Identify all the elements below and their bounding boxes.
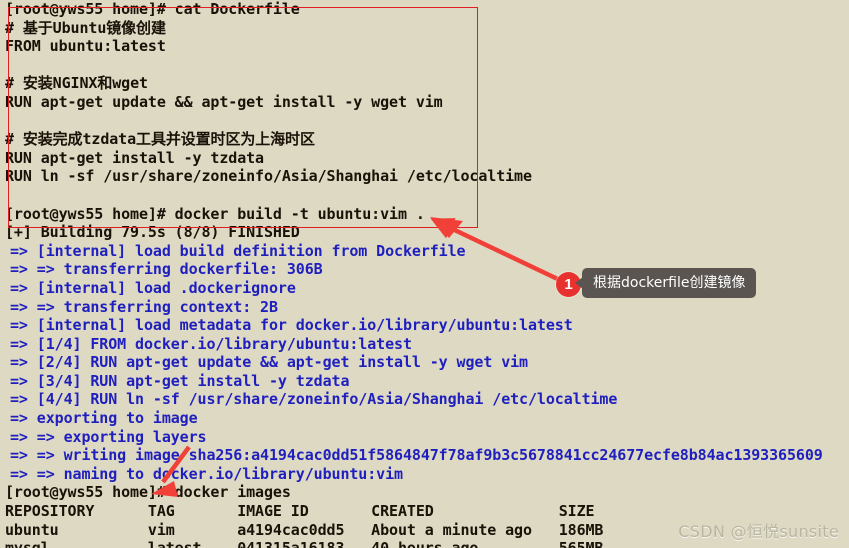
terminal-line: => [3/4] RUN apt-get install -y tzdata <box>10 371 350 390</box>
terminal-line: # 安装完成tzdata工具并设置时区为上海时区 <box>5 130 315 149</box>
terminal-line: RUN apt-get update && apt-get install -y… <box>5 92 443 111</box>
terminal-line: # 安装NGINX和wget <box>5 74 148 93</box>
terminal-line: => => writing image sha256:a4194cac0dd51… <box>10 446 823 465</box>
terminal-line: [+] Building 79.5s (8/8) FINISHED <box>5 223 300 242</box>
terminal-line: [root@yws55 home]# docker build -t ubunt… <box>5 204 425 223</box>
terminal-screenshot: [root@yws55 home]# cat Dockerfile # 基于Ubu… <box>0 0 849 548</box>
csdn-watermark: CSDN @恒悦sunsite <box>678 522 839 541</box>
terminal-line: => [internal] load metadata for docker.i… <box>10 316 573 335</box>
terminal-line: => [internal] load build definition from… <box>10 241 466 260</box>
terminal-line: RUN ln -sf /usr/share/zoneinfo/Asia/Shan… <box>5 167 532 186</box>
terminal-line: => => exporting layers <box>10 427 207 446</box>
terminal-line: RUN apt-get install -y tzdata <box>5 148 264 167</box>
terminal-line: [root@yws55 home]# cat Dockerfile <box>5 0 300 18</box>
terminal-line: => [4/4] RUN ln -sf /usr/share/zoneinfo/… <box>10 390 618 409</box>
terminal-line: => => transferring context: 2B <box>10 297 278 316</box>
terminal-line: => [2/4] RUN apt-get update && apt-get i… <box>10 353 528 372</box>
terminal-line: => exporting to image <box>10 409 198 428</box>
terminal-line: [root@yws55 home]# docker images <box>5 483 291 502</box>
terminal-line: => [1/4] FROM docker.io/library/ubuntu:l… <box>10 334 412 353</box>
terminal-line: FROM ubuntu:latest <box>5 37 166 56</box>
annotation-callout-1: 根据dockerfile创建镜像 <box>574 268 757 298</box>
terminal-line: # 基于Ubuntu镜像创建 <box>5 18 166 37</box>
terminal-line: => => naming to docker.io/library/ubuntu… <box>10 464 403 483</box>
